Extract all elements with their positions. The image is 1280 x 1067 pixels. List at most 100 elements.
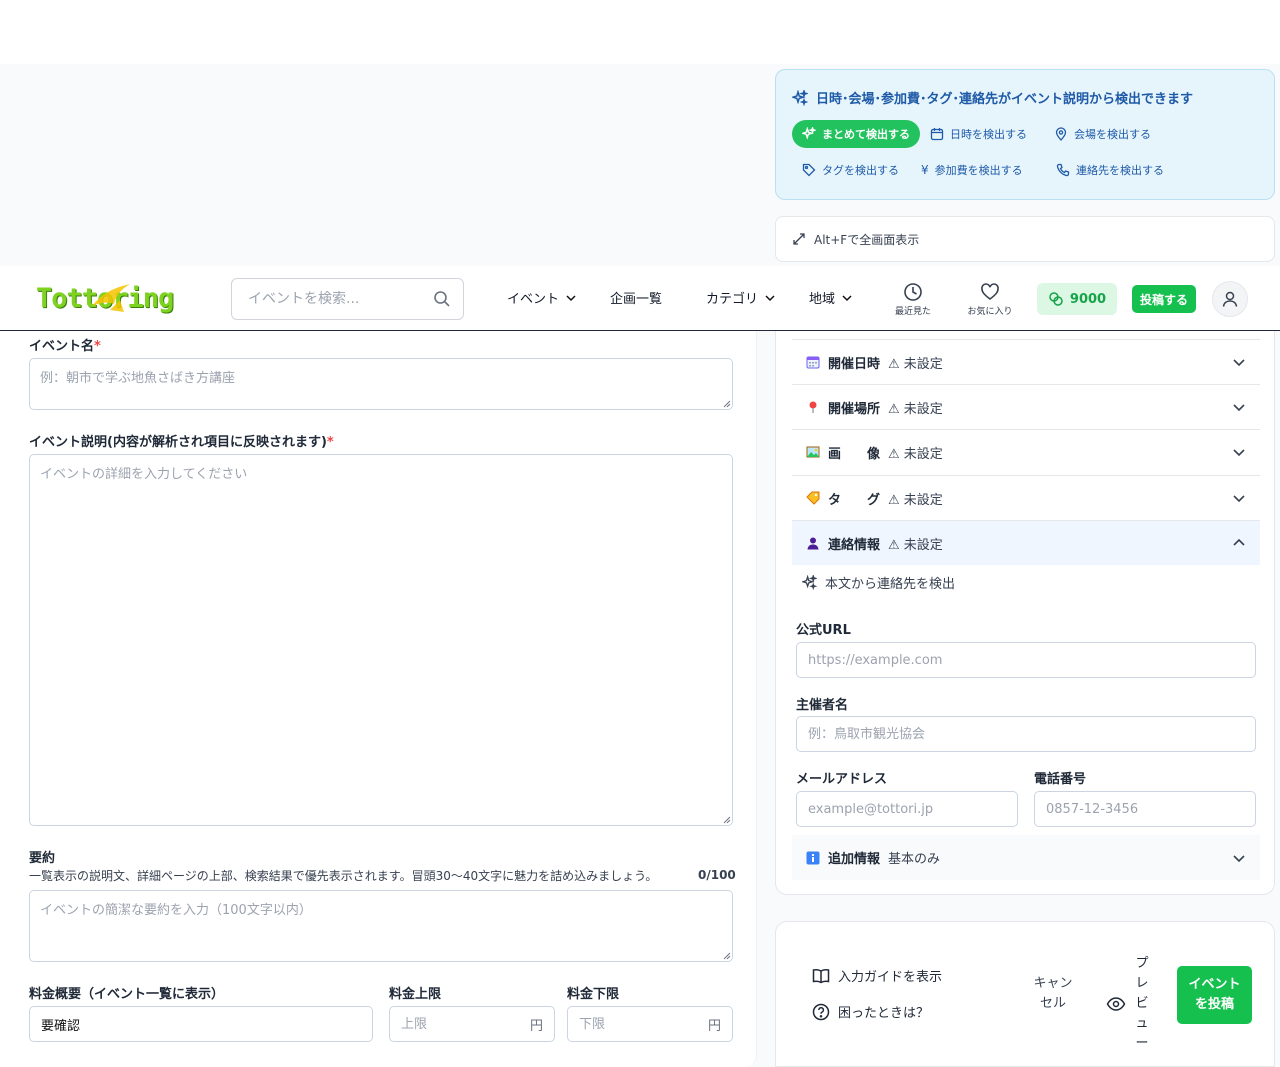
help-circle-icon: [812, 1003, 830, 1021]
detect-panel: 日時･会場･参加費･タグ･連絡先がイベント説明から検出できます まとめて検出する…: [775, 69, 1275, 200]
email-field[interactable]: [796, 791, 1018, 827]
picture-emoji-icon: [806, 445, 820, 459]
nav-plans[interactable]: 企画一覧: [610, 288, 662, 307]
fee-summary-label: 料金概要（イベント一覧に表示）: [29, 987, 225, 1002]
search-input[interactable]: [248, 289, 428, 309]
event-name-field[interactable]: [29, 358, 733, 410]
chevron-down-icon: [565, 292, 577, 304]
fee-min-wrapper: 円: [567, 1006, 733, 1042]
submit-event-button[interactable]: イベントを投稿: [1177, 966, 1252, 1024]
search-icon[interactable]: [433, 290, 451, 308]
calendar-icon: [930, 127, 944, 141]
person-emoji-icon: [806, 536, 820, 550]
summary-field[interactable]: [29, 890, 733, 962]
bird-logo-icon: [90, 280, 140, 314]
fullscreen-toggle[interactable]: Alt+Fで全画面表示: [775, 216, 1275, 262]
chevron-down-icon: [1232, 491, 1246, 505]
nav-region[interactable]: 地域: [809, 288, 853, 307]
tag-emoji-icon: [806, 491, 820, 505]
resize-grip-icon[interactable]: [723, 816, 731, 824]
sparkle-icon: [802, 127, 816, 141]
sparkle-icon: [802, 575, 817, 590]
yen-unit: 円: [529, 1019, 543, 1034]
fee-summary-field[interactable]: [29, 1006, 373, 1042]
calendar-emoji-icon: [806, 355, 820, 369]
action-card: 入力ガイドを表示 困ったときは？ キャンセル プレビュー イベントを投稿: [775, 921, 1275, 1067]
detect-panel-title: 日時･会場･参加費･タグ･連絡先がイベント説明から検出できます: [792, 88, 1193, 107]
official-url-field[interactable]: [796, 642, 1256, 678]
event-name-label: イベント名*: [29, 339, 101, 354]
event-details-card: 開催日時 ⚠ 未設定 開催場所 ⚠ 未設定 画 像 ⚠ 未設定 タ グ ⚠ 未設…: [775, 331, 1275, 895]
favorites-button[interactable]: お気に入り: [960, 282, 1020, 317]
chevron-down-icon: [1232, 355, 1246, 369]
resize-grip-icon[interactable]: [723, 400, 731, 408]
points-badge[interactable]: 9000: [1037, 283, 1117, 315]
clock-icon: [903, 282, 923, 302]
detect-all-button[interactable]: まとめて検出する: [792, 120, 920, 148]
tag-icon: [802, 163, 816, 177]
search-box: [231, 278, 464, 320]
phone-label: 電話番号: [1034, 772, 1087, 787]
detect-venue-button[interactable]: 会場を検出する: [1054, 126, 1151, 142]
event-description-label: イベント説明(内容が解析され項目に反映されます)*: [29, 435, 334, 450]
event-description-field[interactable]: [29, 454, 733, 826]
summary-wrapper: [29, 890, 733, 962]
detect-fee-button[interactable]: ¥ 参加費を検出する: [921, 162, 1023, 178]
user-icon: [1221, 290, 1239, 308]
chevron-down-icon: [1232, 445, 1246, 459]
event-description-wrapper: [29, 454, 733, 826]
section-contact[interactable]: 連絡情報 ⚠ 未設定: [792, 520, 1260, 565]
fee-min-label: 料金下限: [567, 987, 620, 1002]
eye-icon: [1106, 994, 1126, 1014]
input-guide-button[interactable]: 入力ガイドを表示: [812, 966, 942, 985]
map-pin-icon: [1054, 127, 1068, 141]
resize-grip-icon[interactable]: [723, 952, 731, 960]
chevron-up-icon: [1232, 536, 1246, 550]
user-avatar[interactable]: [1212, 281, 1248, 317]
summary-hint: 一覧表示の説明文、詳細ページの上部、検索結果で優先表示されます。冒頭30〜40文…: [29, 869, 658, 883]
heart-icon: [980, 282, 1000, 302]
help-button[interactable]: 困ったときは？: [812, 1002, 929, 1021]
cancel-button[interactable]: キャンセル: [1032, 974, 1074, 1014]
site-header: Tottoring イベント 企画一覧 カテゴリ 地域 最近見た お気に入り 9…: [0, 266, 1280, 331]
expand-icon: [792, 232, 806, 246]
contact-detect-button[interactable]: 本文から連絡先を検出: [802, 573, 955, 592]
chevron-down-icon: [764, 292, 776, 304]
official-url-label: 公式URL: [796, 623, 851, 638]
info-icon: [806, 851, 820, 865]
pin-emoji-icon: [806, 400, 820, 414]
fee-max-label: 料金上限: [389, 987, 442, 1002]
top-blank-area: [0, 0, 1280, 64]
section-image[interactable]: 画 像 ⚠ 未設定: [792, 429, 1260, 474]
section-place[interactable]: 開催場所 ⚠ 未設定: [792, 384, 1260, 429]
detect-contact-button[interactable]: 連絡先を検出する: [1056, 162, 1164, 178]
preview-button[interactable]: プレビュー: [1106, 954, 1150, 1054]
phone-icon: [1056, 163, 1070, 177]
book-icon: [812, 967, 830, 985]
coins-icon: [1048, 291, 1064, 307]
phone-field[interactable]: [1034, 791, 1256, 827]
nav-category[interactable]: カテゴリ: [706, 288, 776, 307]
chevron-down-icon: [841, 292, 853, 304]
detect-tag-button[interactable]: タグを検出する: [802, 162, 899, 178]
yen-icon: ¥: [921, 163, 929, 177]
email-label: メールアドレス: [796, 772, 888, 787]
summary-char-count: 0/100: [698, 868, 736, 882]
fee-max-wrapper: 円: [389, 1006, 555, 1042]
yen-unit: 円: [707, 1019, 721, 1034]
post-button[interactable]: 投稿する: [1132, 285, 1196, 313]
detect-date-button[interactable]: 日時を検出する: [930, 126, 1027, 142]
organizer-field[interactable]: [796, 716, 1256, 752]
chevron-down-icon: [1232, 851, 1246, 865]
section-date[interactable]: 開催日時 ⚠ 未設定: [792, 339, 1260, 384]
event-form-card: イベント名* イベント説明(内容が解析され項目に反映されます)* 要約 一覧表示…: [0, 331, 757, 1067]
section-extra[interactable]: 追加情報 基本のみ: [792, 835, 1260, 880]
event-name-wrapper: [29, 358, 733, 410]
recently-viewed-button[interactable]: 最近見た: [883, 282, 943, 317]
chevron-down-icon: [1232, 400, 1246, 414]
section-tag[interactable]: タ グ ⚠ 未設定: [792, 475, 1260, 520]
summary-label: 要約: [29, 851, 56, 866]
nav-events[interactable]: イベント: [507, 288, 577, 307]
organizer-label: 主催者名: [796, 698, 849, 713]
sparkle-icon: [792, 89, 808, 106]
